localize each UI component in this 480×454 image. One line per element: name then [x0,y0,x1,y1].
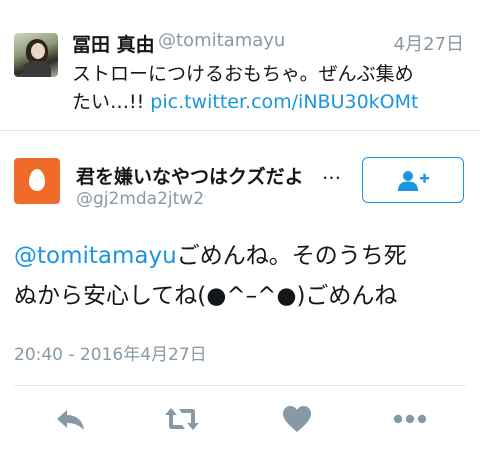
divider [14,385,466,386]
tweet-date[interactable]: 4月27日 [394,30,464,56]
heart-icon [283,406,311,432]
tweet-text: @tomitamayuごめんね。そのうち死 ぬから安心してね(●^–^●)ごめん… [14,236,470,316]
tweet-timestamp[interactable]: 20:40 - 2016年4月27日 [14,340,207,365]
tweet-text-part: たい…!! [72,91,151,113]
media-link[interactable]: pic.twitter.com/iNBU30kOMt [150,91,418,113]
author-name[interactable]: 冨田 真由 [72,30,155,57]
tweet-text-line2: たい…!! pic.twitter.com/iNBU30kOMt [72,88,472,116]
tweet-text-line1: @tomitamayuごめんね。そのうち死 [14,236,470,276]
author-name[interactable]: 君を嫌いなやつはクズだよ [76,162,348,189]
name-ellipsis: … [322,162,341,184]
mention-link[interactable]: @tomitamayu [14,243,177,269]
reply-icon [57,410,84,430]
tweet-text-line2: ぬから安心してね(●^–^●)ごめんね [14,283,398,309]
avatar[interactable] [14,158,60,204]
author-handle[interactable]: @gj2mda2jtw2 [76,189,204,209]
retweet-button[interactable] [163,404,199,434]
tweet-text-part: ごめんね。そのうち死 [176,243,407,269]
tweet-text: ストローにつけるおもちゃ。ぜんぶ集め たい…!! pic.twitter.com… [72,60,472,116]
reply-button[interactable] [54,404,88,434]
more-icon [393,414,427,424]
follow-button[interactable] [362,157,464,203]
parent-tweet: 冨田 真由 @tomitamayu 4月27日 ストローにつけるおもちゃ。ぜんぶ… [0,0,480,131]
avatar[interactable] [14,33,58,77]
like-button[interactable] [280,404,314,434]
author-handle[interactable]: @tomitamayu [158,30,285,51]
retweet-icon [165,408,199,430]
add-user-icon [398,171,429,191]
tweet-text-line1: ストローにつけるおもちゃ。ぜんぶ集め [72,63,414,85]
more-button[interactable] [390,404,427,434]
